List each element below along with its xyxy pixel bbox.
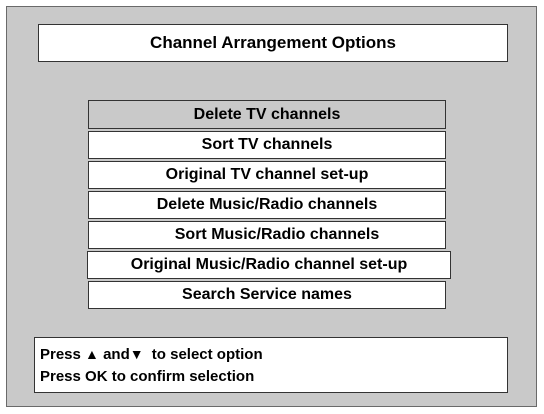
menu-item-label: Delete TV channels bbox=[193, 105, 341, 123]
channel-options-menu: Delete TV channels Sort TV channels Orig… bbox=[87, 100, 451, 311]
title-box: Channel Arrangement Options bbox=[38, 24, 508, 62]
menu-item-delete-music-radio-channels[interactable]: Delete Music/Radio channels bbox=[88, 191, 446, 219]
help-and-text: and bbox=[103, 346, 130, 363]
menu-item-original-music-radio-setup[interactable]: Original Music/Radio channel set-up bbox=[87, 251, 451, 279]
menu-item-label: Original TV channel set-up bbox=[165, 166, 369, 183]
menu-item-sort-music-radio-channels[interactable]: Sort Music/Radio channels bbox=[88, 221, 446, 249]
menu-item-label: Sort Music/Radio channels bbox=[174, 226, 380, 243]
menu-item-label: Search Service names bbox=[182, 286, 352, 303]
menu-item-label: Original Music/Radio channel set-up bbox=[130, 256, 408, 273]
menu-item-delete-tv-channels[interactable]: Delete TV channels bbox=[88, 100, 446, 129]
help-box: Press ▲ and▼ to select option Press OK t… bbox=[34, 337, 508, 393]
menu-item-label: Sort TV channels bbox=[201, 136, 333, 153]
tv-menu-screen: Channel Arrangement Options Delete TV ch… bbox=[6, 6, 537, 407]
page-title: Channel Arrangement Options bbox=[150, 33, 396, 52]
menu-item-label: Delete Music/Radio channels bbox=[156, 196, 378, 213]
down-arrow-icon: ▼ bbox=[129, 346, 144, 362]
up-arrow-icon: ▲ bbox=[85, 346, 99, 362]
help-press-text: Press bbox=[40, 346, 81, 363]
menu-item-search-service-names[interactable]: Search Service names bbox=[88, 281, 446, 309]
help-line-confirm: Press OK to confirm selection bbox=[40, 368, 255, 385]
menu-item-original-tv-setup[interactable]: Original TV channel set-up bbox=[88, 161, 446, 189]
help-line-navigation: Press ▲ and▼ to select option bbox=[40, 343, 507, 366]
help-select-text: to select option bbox=[151, 346, 263, 363]
menu-item-sort-tv-channels[interactable]: Sort TV channels bbox=[88, 131, 446, 159]
